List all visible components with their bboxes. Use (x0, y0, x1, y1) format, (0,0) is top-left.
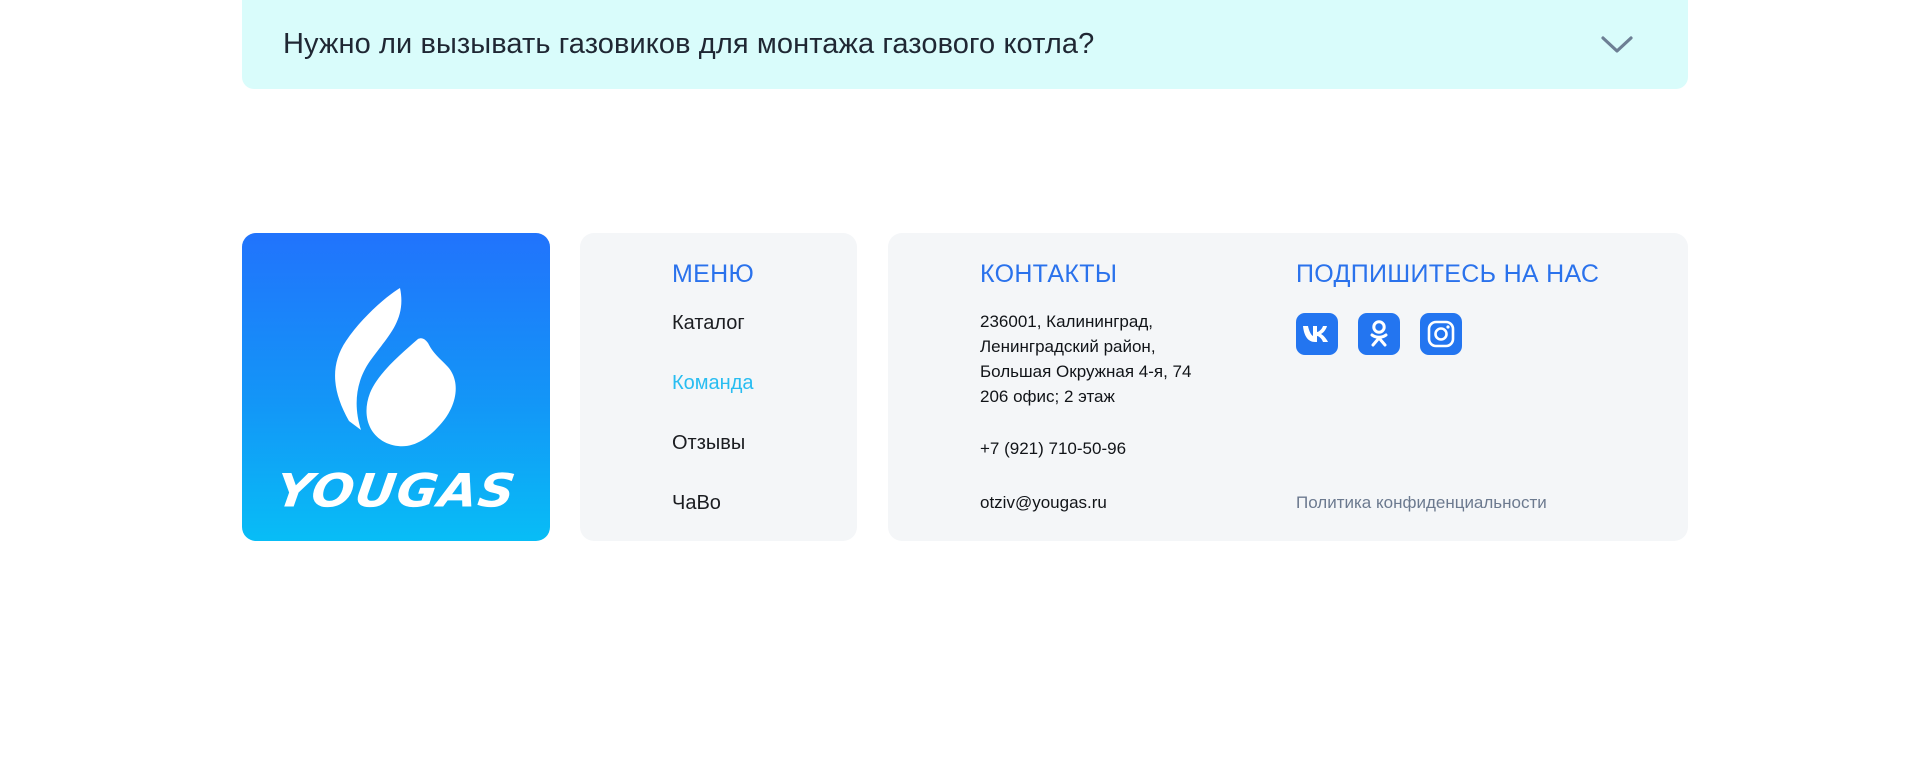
odnoklassniki-button[interactable] (1358, 313, 1400, 355)
social-links (1296, 313, 1462, 355)
address-line: Большая Окружная 4-я, 74 (980, 362, 1192, 381)
vk-button[interactable] (1296, 313, 1338, 355)
phone-link[interactable]: +7 (921) 710-50-96 (980, 439, 1126, 459)
menu-item-faq[interactable]: ЧаВо (672, 492, 721, 515)
odnoklassniki-icon (1370, 320, 1388, 347)
privacy-policy-link[interactable]: Политика конфиденциальности (1296, 493, 1547, 513)
chevron-down-icon[interactable] (1600, 34, 1634, 56)
address-line: 206 офис; 2 этаж (980, 387, 1115, 406)
logo-wordmark: YOUGAS (272, 464, 520, 518)
menu-item-reviews[interactable]: Отзывы (672, 432, 745, 455)
logo-card[interactable]: YOUGAS (242, 233, 550, 541)
instagram-icon (1427, 320, 1455, 348)
instagram-button[interactable] (1420, 313, 1462, 355)
address-line: Ленинградский район, (980, 337, 1156, 356)
email-link[interactable]: otziv@yougas.ru (980, 493, 1107, 513)
address-line: 236001, Калининград, (980, 312, 1153, 331)
subscribe-heading: ПОДПИШИТЕСЬ НА НАС (1296, 260, 1600, 288)
menu-item-catalog[interactable]: Каталог (672, 312, 745, 335)
address: 236001, Калининград, Ленинградский район… (980, 309, 1240, 409)
menu-item-team[interactable]: Команда (672, 372, 753, 395)
contacts-heading: КОНТАКТЫ (980, 260, 1118, 288)
menu-heading: МЕНЮ (672, 260, 755, 288)
footer-menu: МЕНЮ Каталог Команда Отзывы ЧаВо (580, 233, 857, 541)
faq-item[interactable]: Нужно ли вызывать газовиков для монтажа … (242, 0, 1688, 89)
faq-question: Нужно ли вызывать газовиков для монтажа … (283, 28, 1095, 60)
vk-icon (1303, 326, 1328, 342)
footer-contacts: КОНТАКТЫ 236001, Калининград, Ленинградс… (888, 233, 1688, 541)
